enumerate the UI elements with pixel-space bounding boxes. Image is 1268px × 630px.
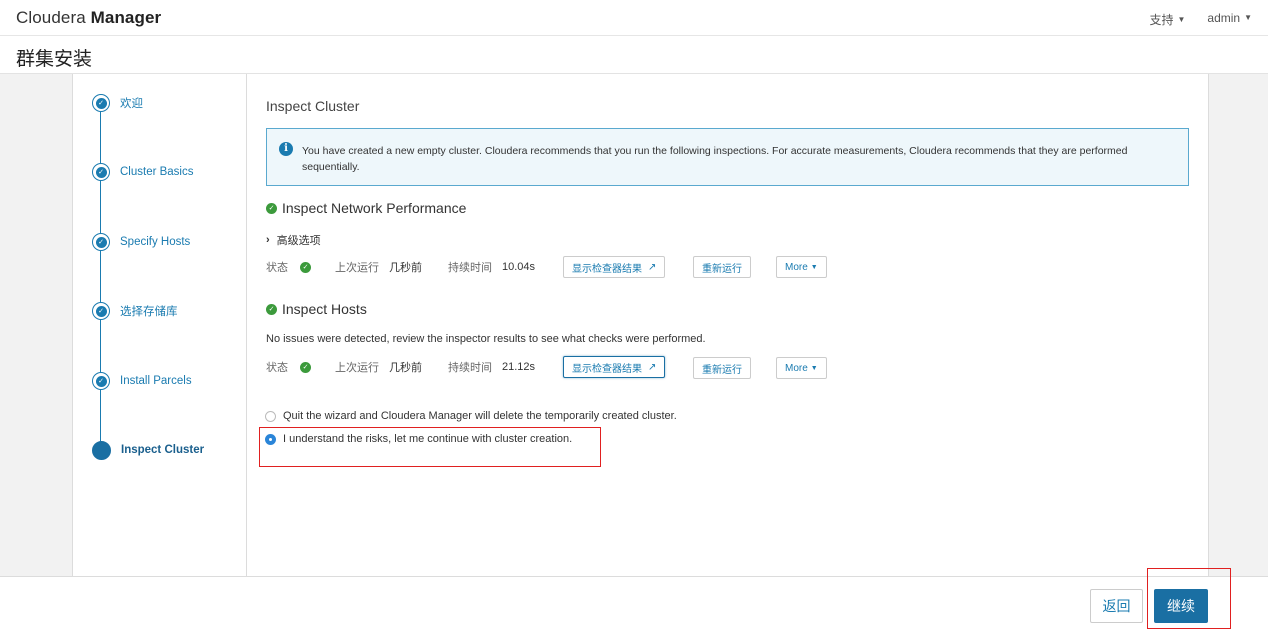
network-status-row: 状态 ✓ 上次运行 几秒前 持续时间 10.04s xyxy=(266,256,535,278)
button-label: 显示检查器结果 xyxy=(572,363,642,375)
step-label: Cluster Basics xyxy=(120,166,194,178)
step-select-repository[interactable]: ✓ 选择存储库 xyxy=(92,301,178,321)
user-menu[interactable]: admin ▼ xyxy=(1207,11,1252,28)
step-welcome[interactable]: ✓ 欢迎 xyxy=(92,93,143,113)
network-title-text: Inspect Network Performance xyxy=(282,200,467,216)
brand-text: Cloudera xyxy=(16,8,86,27)
advanced-options-toggle[interactable]: › 高级选项 xyxy=(266,232,321,248)
advanced-options-label: 高级选项 xyxy=(276,235,321,247)
button-label: 重新运行 xyxy=(702,263,742,275)
last-run-value: 几秒前 xyxy=(389,262,422,274)
wizard-steps: ✓ 欢迎 ✓ Cluster Basics ✓ Specify Hosts ✓ … xyxy=(73,74,247,576)
left-gutter xyxy=(0,74,73,576)
check-circle-icon: ✓ xyxy=(266,202,277,214)
check-circle-icon: ✓ xyxy=(92,233,110,251)
red-highlight-box xyxy=(259,427,601,467)
info-alert: i You have created a new empty cluster. … xyxy=(266,128,1189,186)
check-circle-icon: ✓ xyxy=(92,94,110,112)
caret-down-icon: ▼ xyxy=(1244,13,1252,22)
last-run-value: 几秒前 xyxy=(389,362,422,374)
user-label: admin xyxy=(1207,11,1241,25)
external-link-icon: ↗ xyxy=(648,261,657,273)
hosts-inspection-title: ✓ Inspect Hosts xyxy=(266,301,367,317)
duration-label: 持续时间 xyxy=(448,362,492,374)
page-title: 群集安装 xyxy=(16,49,93,70)
network-more-dropdown[interactable]: More ▼ xyxy=(776,256,827,278)
caret-down-icon: ▼ xyxy=(810,263,818,271)
step-specify-hosts[interactable]: ✓ Specify Hosts xyxy=(92,232,190,252)
main-content: Inspect Cluster i You have created a new… xyxy=(247,74,1208,576)
radio-button[interactable] xyxy=(265,410,276,422)
caret-down-icon: ▼ xyxy=(810,364,818,372)
button-label: More xyxy=(785,261,808,273)
wizard-footer: 返回 继续 xyxy=(0,576,1268,630)
red-highlight-box xyxy=(1147,568,1231,629)
step-connector-line xyxy=(100,103,101,451)
rerun-network-button[interactable]: 重新运行 xyxy=(693,256,751,278)
caret-down-icon: ▼ xyxy=(1177,15,1186,24)
step-cluster-basics[interactable]: ✓ Cluster Basics xyxy=(92,162,194,182)
check-circle-icon: ✓ xyxy=(92,163,110,181)
brand-logo[interactable]: Cloudera Manager xyxy=(16,8,161,28)
duration-value: 10.04s xyxy=(502,261,536,273)
active-step-icon xyxy=(92,440,111,460)
duration-value: 21.12s xyxy=(502,361,536,373)
button-label: More xyxy=(785,362,808,374)
step-label: 选择存储库 xyxy=(120,306,178,318)
hosts-result-message: No issues were detected, review the insp… xyxy=(266,333,706,345)
duration-label: 持续时间 xyxy=(448,262,492,274)
option-label: Quit the wizard and Cloudera Manager wil… xyxy=(283,410,677,422)
hosts-status-row: 状态 ✓ 上次运行 几秒前 持续时间 21.12s xyxy=(266,356,535,378)
status-label: 状态 xyxy=(266,362,288,374)
check-circle-icon: ✓ xyxy=(266,303,277,315)
top-navbar: Cloudera Manager 支持 ▼ admin ▼ xyxy=(0,0,1268,36)
button-label: 重新运行 xyxy=(702,364,742,376)
back-button[interactable]: 返回 xyxy=(1090,589,1143,623)
section-heading: Inspect Cluster xyxy=(266,98,360,114)
hosts-more-dropdown[interactable]: More ▼ xyxy=(776,357,827,379)
button-label: 显示检查器结果 xyxy=(572,263,642,275)
top-nav-menu: 支持 ▼ admin ▼ xyxy=(1149,11,1252,28)
brand-text-bold: Manager xyxy=(90,8,162,27)
check-circle-icon: ✓ xyxy=(92,372,110,390)
network-inspection-title: ✓ Inspect Network Performance xyxy=(266,200,466,216)
hosts-title-text: Inspect Hosts xyxy=(282,301,367,317)
check-circle-icon: ✓ xyxy=(92,302,110,320)
status-ok-icon: ✓ xyxy=(300,361,311,373)
rerun-hosts-button[interactable]: 重新运行 xyxy=(693,357,751,379)
support-label: 支持 xyxy=(1149,13,1174,27)
step-label: Specify Hosts xyxy=(120,236,191,248)
step-label: 欢迎 xyxy=(120,98,143,110)
show-hosts-results-button[interactable]: 显示检查器结果 ↗ xyxy=(563,356,666,378)
status-label: 状态 xyxy=(266,262,288,274)
status-ok-icon: ✓ xyxy=(300,261,311,273)
step-install-parcels[interactable]: ✓ Install Parcels xyxy=(92,371,192,391)
support-menu[interactable]: 支持 ▼ xyxy=(1149,11,1185,28)
right-gutter xyxy=(1208,74,1268,576)
chevron-right-icon: › xyxy=(266,234,270,246)
show-network-results-button[interactable]: 显示检查器结果 ↗ xyxy=(563,256,666,278)
last-run-label: 上次运行 xyxy=(335,262,379,274)
step-label: Install Parcels xyxy=(120,375,192,387)
info-icon: i xyxy=(279,142,293,156)
external-link-icon: ↗ xyxy=(648,361,657,373)
step-label: Inspect Cluster xyxy=(121,444,205,456)
last-run-label: 上次运行 xyxy=(335,362,379,374)
alert-message: You have created a new empty cluster. Cl… xyxy=(302,145,1128,173)
step-inspect-cluster[interactable]: Inspect Cluster xyxy=(92,440,204,460)
quit-wizard-option[interactable]: Quit the wizard and Cloudera Manager wil… xyxy=(265,410,677,422)
